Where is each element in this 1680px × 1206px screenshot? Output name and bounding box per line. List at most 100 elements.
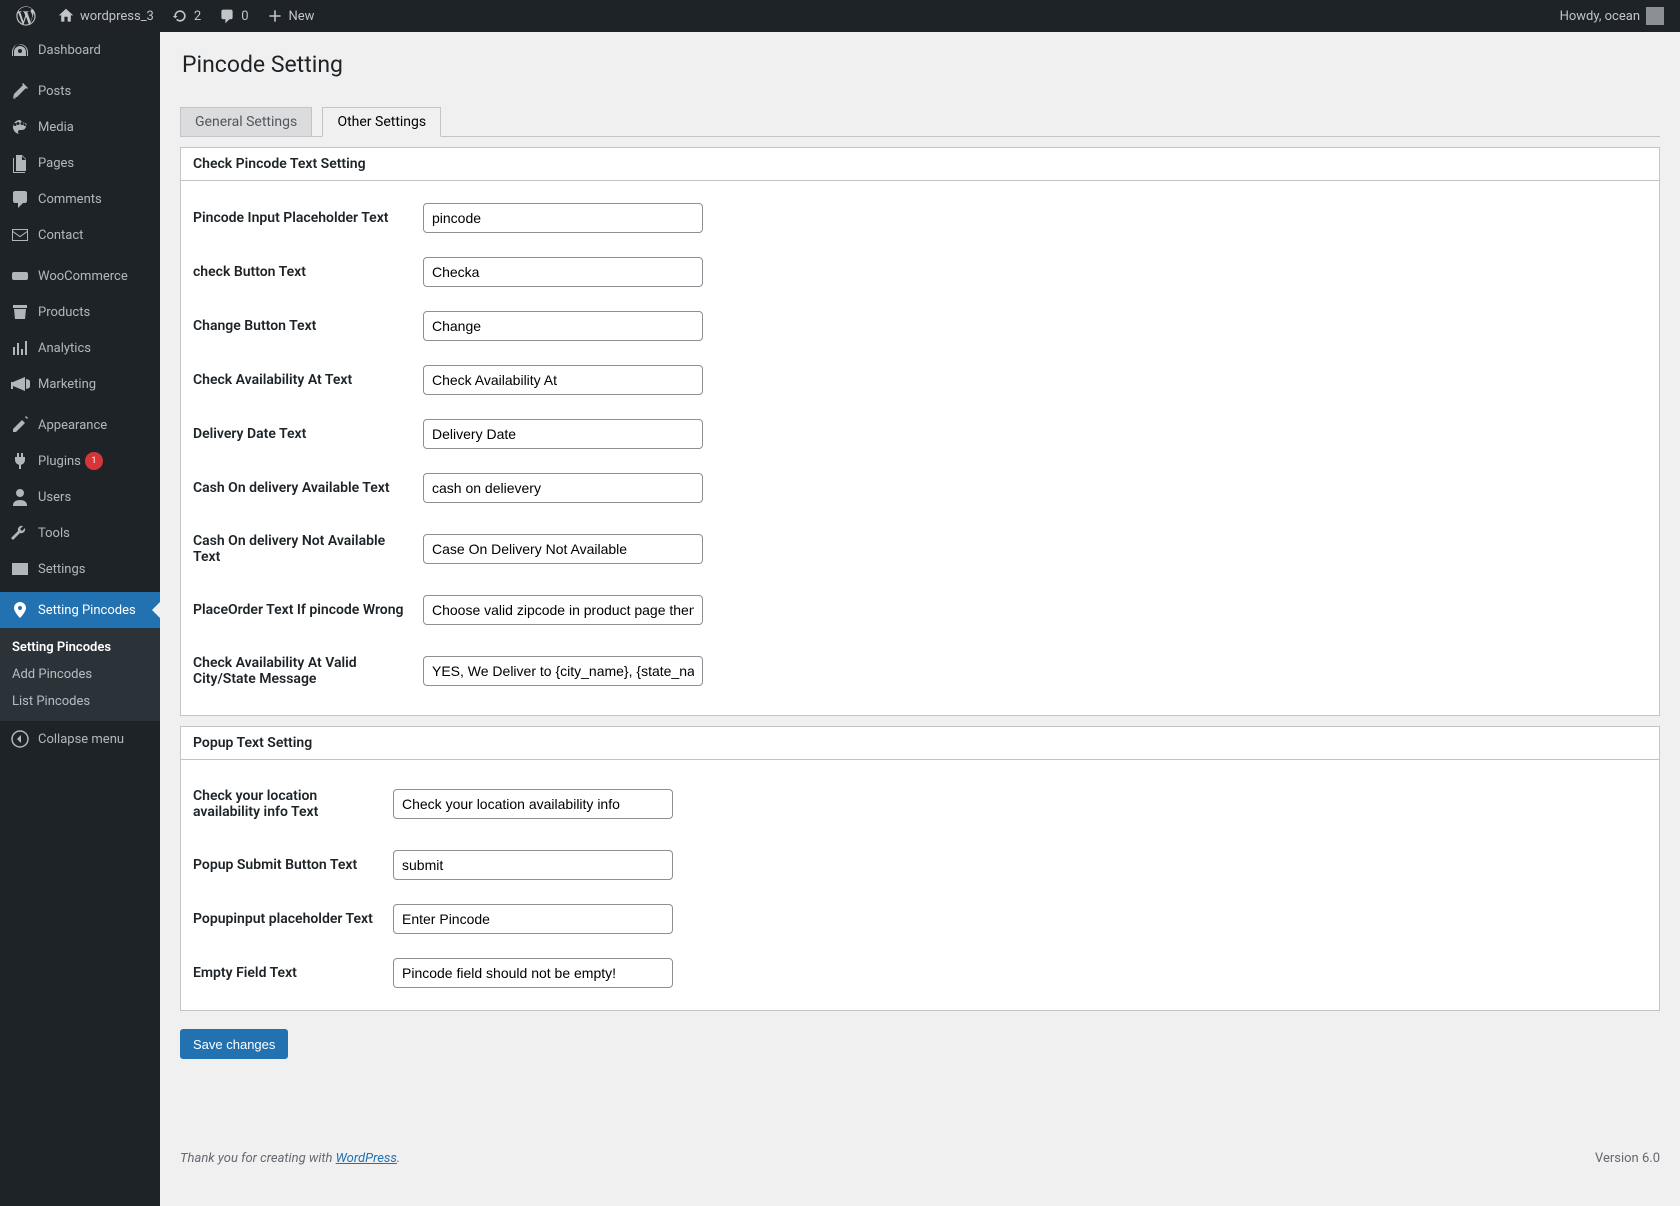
- wordpress-link[interactable]: WordPress: [336, 1151, 397, 1166]
- sidebar-item-marketing[interactable]: Marketing: [0, 366, 160, 402]
- submenu-setting-pincodes: Setting Pincodes Add Pincodes List Pinco…: [0, 628, 160, 721]
- tab-general-settings[interactable]: General Settings: [180, 107, 312, 136]
- sidebar-item-label: Settings: [38, 562, 85, 577]
- sidebar-item-pages[interactable]: Pages: [0, 145, 160, 181]
- sidebar-item-users[interactable]: Users: [0, 479, 160, 515]
- new-content-link[interactable]: New: [257, 0, 323, 32]
- field-label: Check Availability At Text: [193, 353, 423, 407]
- analytics-icon: [10, 338, 30, 358]
- sidebar-item-appearance[interactable]: Appearance: [0, 407, 160, 443]
- wp-logo-menu[interactable]: [8, 0, 48, 32]
- posts-icon: [10, 81, 30, 101]
- sidebar-item-label: Media: [38, 120, 74, 135]
- sidebar-item-label: Marketing: [38, 377, 96, 392]
- sidebar-item-contact[interactable]: Contact: [0, 217, 160, 253]
- plus-icon: [265, 6, 285, 26]
- field-label: Popupinput placeholder Text: [193, 892, 393, 946]
- text-input[interactable]: [423, 656, 703, 686]
- update-count-badge: 1: [85, 452, 103, 470]
- sidebar-item-label: Plugins: [38, 454, 81, 469]
- updates-link[interactable]: 2: [162, 0, 209, 32]
- admin-bar: wordpress_3 2 0 New Howdy, ocean: [0, 0, 1680, 32]
- sidebar-item-analytics[interactable]: Analytics: [0, 330, 160, 366]
- new-label: New: [289, 9, 315, 24]
- text-input[interactable]: [423, 365, 703, 395]
- section-header: Check Pincode Text Setting: [181, 148, 1659, 181]
- sidebar-item-woocommerce[interactable]: WooCommerce: [0, 258, 160, 294]
- sidebar-item-label: Tools: [38, 526, 70, 541]
- text-input[interactable]: [423, 311, 703, 341]
- footer-thanks-suffix: .: [397, 1151, 400, 1166]
- products-icon: [10, 302, 30, 322]
- text-input[interactable]: [393, 904, 673, 934]
- contact-icon: [10, 225, 30, 245]
- woo-icon: [10, 266, 30, 286]
- media-icon: [10, 117, 30, 137]
- comments-link[interactable]: 0: [209, 0, 256, 32]
- field-label: check Button Text: [193, 245, 423, 299]
- field-label: Check Availability At Valid City/State M…: [193, 637, 423, 705]
- submenu-item-setting-pincodes[interactable]: Setting Pincodes: [0, 634, 160, 661]
- footer-thanks-prefix: Thank you for creating with: [180, 1151, 336, 1166]
- plugins-icon: [10, 451, 30, 471]
- text-input[interactable]: [393, 850, 673, 880]
- sidebar-item-label: Analytics: [38, 341, 91, 356]
- field-label: Check your location availability info Te…: [193, 770, 393, 838]
- marketing-icon: [10, 374, 30, 394]
- sidebar-item-posts[interactable]: Posts: [0, 73, 160, 109]
- collapse-menu-button[interactable]: Collapse menu: [0, 721, 160, 757]
- howdy-text: Howdy, ocean: [1560, 9, 1640, 24]
- sidebar-item-setting-pincodes[interactable]: Setting Pincodes: [0, 592, 160, 628]
- sidebar-item-label: Dashboard: [38, 43, 101, 58]
- location-icon: [10, 600, 30, 620]
- text-input[interactable]: [423, 203, 703, 233]
- field-label: Empty Field Text: [193, 946, 393, 1000]
- comments-count: 0: [241, 9, 248, 24]
- text-input[interactable]: [423, 595, 703, 625]
- sidebar-item-plugins[interactable]: Plugins 1: [0, 443, 160, 479]
- my-account-link[interactable]: Howdy, ocean: [1552, 0, 1672, 32]
- sidebar-item-products[interactable]: Products: [0, 294, 160, 330]
- content-body: Pincode Setting General Settings Other S…: [160, 32, 1680, 1206]
- appearance-icon: [10, 415, 30, 435]
- field-label: PlaceOrder Text If pincode Wrong: [193, 583, 423, 637]
- text-input[interactable]: [423, 473, 703, 503]
- field-label: Cash On delivery Not Available Text: [193, 515, 423, 583]
- sidebar-item-label: Posts: [38, 84, 71, 99]
- sidebar-item-label: Comments: [38, 192, 102, 207]
- sidebar-item-label: WooCommerce: [38, 269, 128, 284]
- field-label: Change Button Text: [193, 299, 423, 353]
- site-name-link[interactable]: wordpress_3: [48, 0, 162, 32]
- section-popup-text: Popup Text Setting Check your location a…: [180, 726, 1660, 1011]
- text-input[interactable]: [423, 534, 703, 564]
- sidebar-item-dashboard[interactable]: Dashboard: [0, 32, 160, 68]
- field-label: Cash On delivery Available Text: [193, 461, 423, 515]
- wordpress-icon: [16, 6, 36, 26]
- dashboard-icon: [10, 40, 30, 60]
- field-label: Delivery Date Text: [193, 407, 423, 461]
- site-name: wordpress_3: [80, 9, 154, 24]
- avatar-icon: [1646, 7, 1664, 25]
- page-title: Pincode Setting: [182, 51, 1660, 78]
- admin-menu: Dashboard Posts Media Pages Comments Contact W…: [0, 32, 160, 1206]
- save-changes-button[interactable]: Save changes: [180, 1029, 288, 1059]
- submenu-item-add-pincodes[interactable]: Add Pincodes: [0, 661, 160, 688]
- version-text: Version 6.0: [1595, 1151, 1660, 1166]
- sidebar-item-settings[interactable]: Settings: [0, 551, 160, 587]
- text-input[interactable]: [393, 789, 673, 819]
- sidebar-item-media[interactable]: Media: [0, 109, 160, 145]
- submenu-item-list-pincodes[interactable]: List Pincodes: [0, 688, 160, 715]
- tab-other-settings[interactable]: Other Settings: [322, 107, 441, 137]
- text-input[interactable]: [393, 958, 673, 988]
- text-input[interactable]: [423, 257, 703, 287]
- sidebar-item-label: Users: [38, 490, 71, 505]
- sidebar-item-label: Setting Pincodes: [38, 603, 136, 618]
- text-input[interactable]: [423, 419, 703, 449]
- sidebar-item-comments[interactable]: Comments: [0, 181, 160, 217]
- tools-icon: [10, 523, 30, 543]
- sidebar-item-tools[interactable]: Tools: [0, 515, 160, 551]
- field-label: Pincode Input Placeholder Text: [193, 191, 423, 245]
- sidebar-item-label: Products: [38, 305, 90, 320]
- users-icon: [10, 487, 30, 507]
- admin-footer: Thank you for creating with WordPress. V…: [180, 1151, 1660, 1166]
